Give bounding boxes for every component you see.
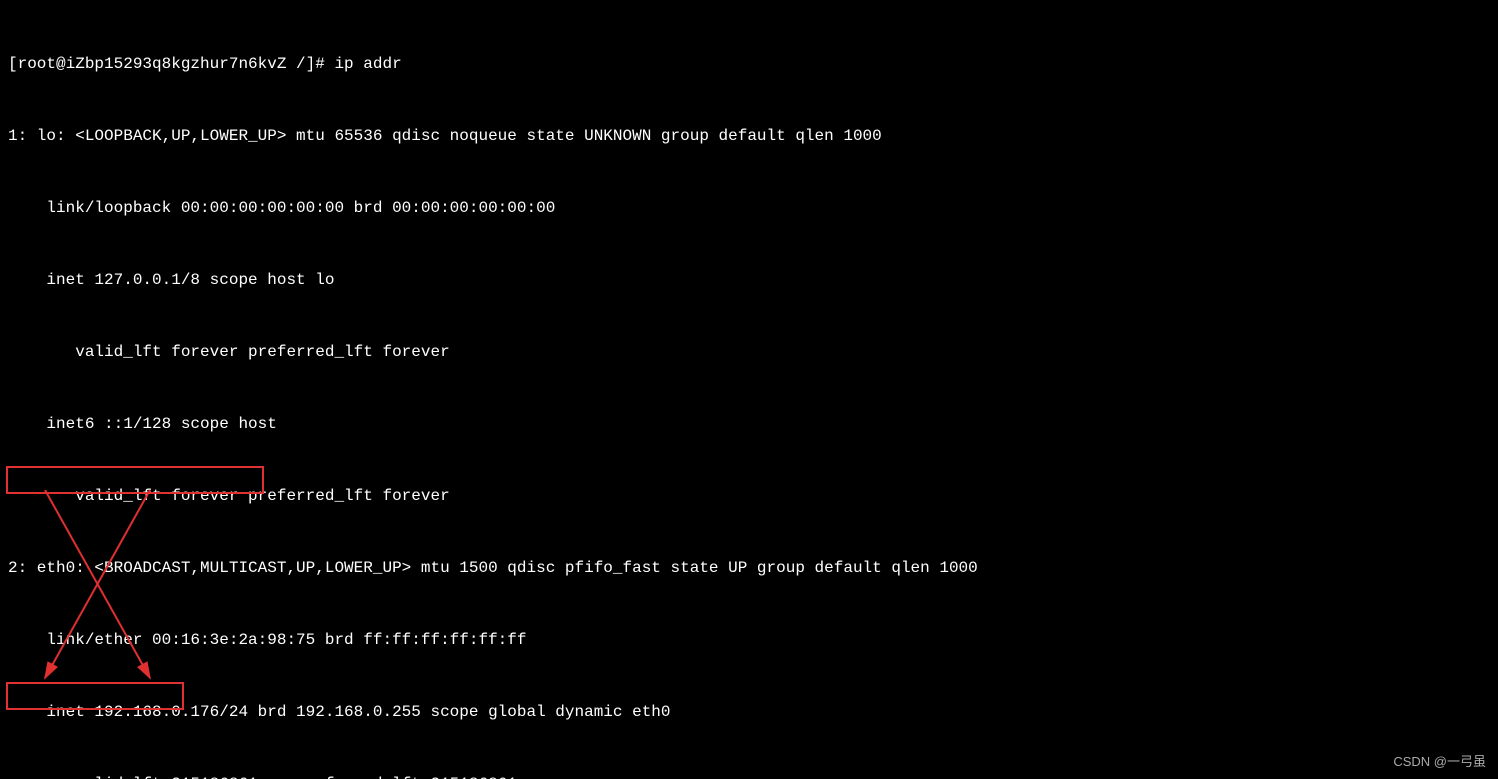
output-line: inet 127.0.0.1/8 scope host lo [8,268,1490,292]
output-line: link/ether 00:16:3e:2a:98:75 brd ff:ff:f… [8,628,1490,652]
output-line: 1: lo: <LOOPBACK,UP,LOWER_UP> mtu 65536 … [8,124,1490,148]
output-line: 2: eth0: <BROADCAST,MULTICAST,UP,LOWER_U… [8,556,1490,580]
output-line: valid_lft 315186861sec preferred_lft 315… [8,772,1490,779]
output-line: link/loopback 00:00:00:00:00:00 brd 00:0… [8,196,1490,220]
output-line: inet 192.168.0.176/24 brd 192.168.0.255 … [8,700,1490,724]
output-line: valid_lft forever preferred_lft forever [8,340,1490,364]
shell-prompt-1[interactable]: [root@iZbp15293q8kgzhur7n6kvZ /]# ip add… [8,52,1490,76]
terminal-window[interactable]: [root@iZbp15293q8kgzhur7n6kvZ /]# ip add… [0,0,1498,779]
watermark-text: CSDN @一弓虽 [1393,752,1486,772]
output-line: valid_lft forever preferred_lft forever [8,484,1490,508]
output-line: inet6 ::1/128 scope host [8,412,1490,436]
